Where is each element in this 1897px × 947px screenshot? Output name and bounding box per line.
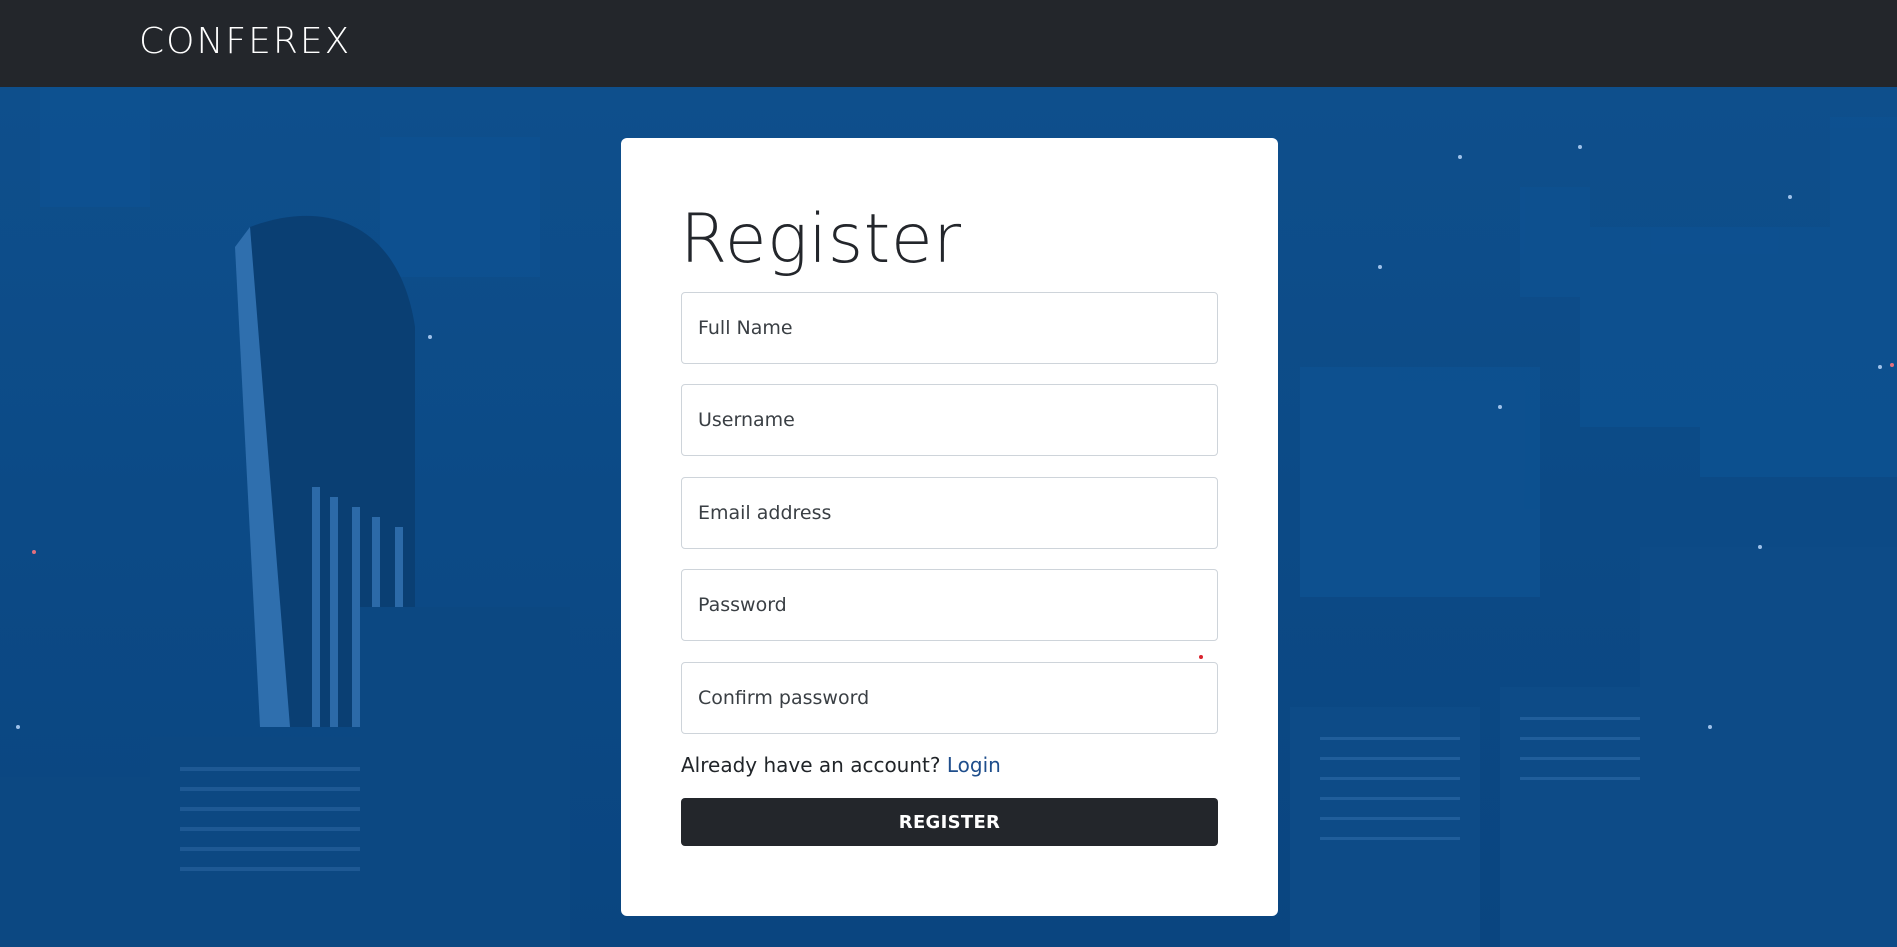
full-name-input[interactable] (681, 292, 1218, 364)
password-input[interactable] (681, 569, 1218, 641)
register-card: Register Already have an account? Login … (621, 138, 1278, 916)
validation-dot (1199, 655, 1203, 659)
confirm-password-input[interactable] (681, 662, 1218, 734)
brand-logo[interactable]: CONFEREX (139, 20, 351, 64)
login-prompt: Already have an account? Login (681, 752, 1001, 778)
username-input[interactable] (681, 384, 1218, 456)
register-page: CONFEREX Register Full Name Username Ema… (0, 0, 1897, 947)
login-prompt-text: Already have an account? (681, 753, 941, 777)
login-link[interactable]: Login (947, 753, 1001, 777)
register-button[interactable]: REGISTER (681, 798, 1218, 846)
page-title: Register (680, 200, 962, 279)
email-input[interactable] (681, 477, 1218, 549)
navbar: CONFEREX (0, 0, 1897, 87)
